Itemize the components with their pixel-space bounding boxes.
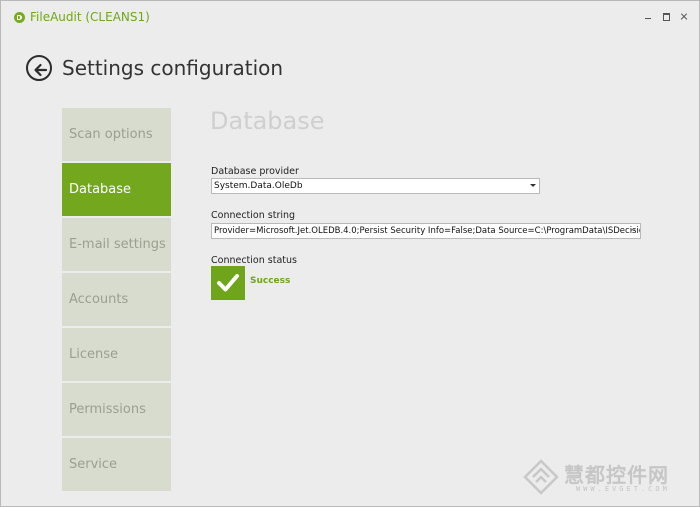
connection-status-text: Success [250, 276, 291, 286]
nav-item-database[interactable]: Database [62, 163, 171, 216]
maximize-icon[interactable] [661, 11, 671, 21]
provider-value: System.Data.OleDb [214, 181, 303, 191]
section-title: Database [210, 107, 325, 135]
nav-item-email-settings[interactable]: E-mail settings [62, 218, 171, 271]
watermark-text: 慧都控件网 [564, 463, 669, 487]
window-controls [643, 11, 689, 21]
watermark-url: WWW.EVGET.COM [576, 485, 670, 493]
nav-item-scan-options[interactable]: Scan options [62, 108, 171, 161]
back-button[interactable] [26, 55, 52, 81]
connection-string-label: Connection string [211, 210, 296, 221]
app-logo-icon [14, 12, 25, 23]
connection-status-label: Connection status [211, 255, 297, 266]
title-bar: FileAudit (CLEANS1) [1, 1, 699, 35]
settings-nav: Scan options Database E-mail settings Ac… [62, 108, 171, 493]
watermark-logo-icon [523, 459, 559, 495]
provider-select[interactable]: System.Data.OleDb [211, 178, 540, 194]
app-window: FileAudit (CLEANS1) Settings configurati… [0, 0, 700, 507]
chevron-down-icon [530, 184, 536, 187]
nav-item-permissions[interactable]: Permissions [62, 383, 171, 436]
window-title: FileAudit (CLEANS1) [30, 10, 150, 24]
connection-string-input[interactable]: Provider=Microsoft.Jet.OLEDB.4.0;Persist… [211, 223, 641, 239]
close-icon[interactable] [679, 11, 689, 21]
arrow-left-icon [34, 63, 48, 77]
nav-item-license[interactable]: License [62, 328, 171, 381]
browse-button[interactable]: ··· [630, 224, 639, 238]
provider-label: Database provider [211, 166, 299, 177]
page-title: Settings configuration [62, 56, 284, 80]
nav-item-accounts[interactable]: Accounts [62, 273, 171, 326]
connection-string-value: Provider=Microsoft.Jet.OLEDB.4.0;Persist… [214, 226, 641, 236]
checkmark-icon [211, 266, 245, 300]
nav-item-service[interactable]: Service [62, 438, 171, 491]
minimize-icon[interactable] [643, 11, 653, 21]
